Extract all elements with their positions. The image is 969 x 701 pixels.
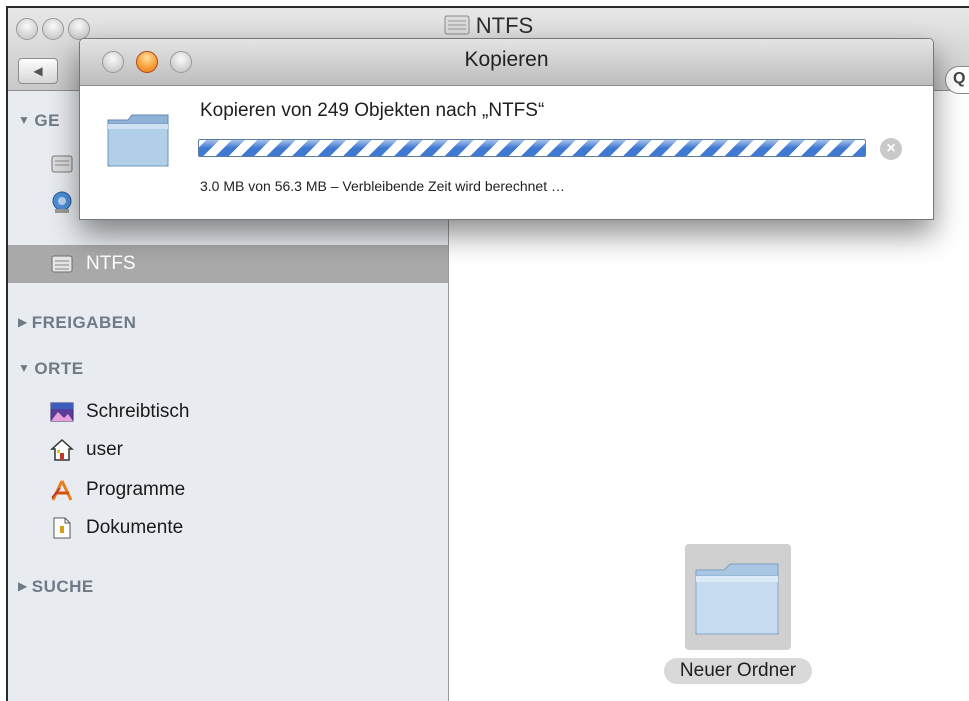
copy-dialog: Kopieren Kopieren von 249 Objekten nach …: [79, 38, 934, 220]
folder-item[interactable]: Neuer Ordner: [638, 544, 838, 684]
sidebar-item-user[interactable]: user: [8, 431, 448, 469]
home-icon: [50, 438, 74, 462]
drive-icon: [50, 252, 74, 276]
back-arrow-icon: ◀: [33, 64, 43, 78]
screen: NTFS ◀ Q ▼ GE NTFS ▶ FREIGABEN ▼ ORTE Sc…: [0, 0, 969, 701]
drive-icon: [50, 152, 74, 176]
copy-progress-bar: [198, 139, 866, 157]
finder-title-text: NTFS: [475, 13, 534, 38]
finder-title: NTFS: [8, 13, 969, 39]
applications-icon: [50, 478, 74, 502]
sidebar-section-devices[interactable]: ▼ GE: [18, 111, 60, 131]
sidebar-item-schreibtisch[interactable]: Schreibtisch: [8, 393, 448, 431]
dialog-body: Kopieren von 249 Objekten nach „NTFS“ × …: [80, 86, 933, 219]
sidebar-section-shared[interactable]: ▶ FREIGABEN: [18, 313, 136, 333]
folder-selection-tile[interactable]: [685, 544, 791, 650]
disclosure-open-icon: ▼: [18, 113, 31, 127]
folder-icon: [695, 563, 779, 635]
back-button[interactable]: ◀: [18, 58, 58, 84]
copy-heading: Kopieren von 249 Objekten nach „NTFS“: [200, 100, 545, 121]
dialog-title: Kopieren: [464, 48, 549, 71]
documents-icon: [50, 516, 74, 540]
disclosure-closed-icon: ▶: [18, 579, 28, 593]
copy-status: 3.0 MB von 56.3 MB – Verbleibende Zeit w…: [200, 178, 565, 194]
dialog-titlebar[interactable]: Kopieren: [80, 39, 933, 86]
drive-icon: [444, 14, 470, 36]
sidebar-section-places[interactable]: ▼ ORTE: [18, 359, 84, 379]
folder-label[interactable]: Neuer Ordner: [663, 658, 813, 684]
close-icon: ×: [886, 140, 896, 157]
stop-copy-button[interactable]: ×: [880, 138, 902, 160]
sidebar-item-dokumente[interactable]: Dokumente: [8, 509, 448, 547]
sidebar-item-programme[interactable]: Programme: [8, 471, 448, 509]
disclosure-closed-icon: ▶: [18, 315, 28, 329]
folder-icon: [106, 112, 170, 173]
disclosure-open-icon: ▼: [18, 361, 31, 375]
idisk-icon: [50, 190, 74, 214]
sidebar-item-ntfs[interactable]: NTFS: [8, 245, 448, 283]
sidebar-section-search[interactable]: ▶ SUCHE: [18, 577, 94, 597]
search-field[interactable]: Q: [945, 66, 969, 94]
search-icon: Q: [953, 70, 966, 87]
desktop-icon: [50, 400, 74, 424]
